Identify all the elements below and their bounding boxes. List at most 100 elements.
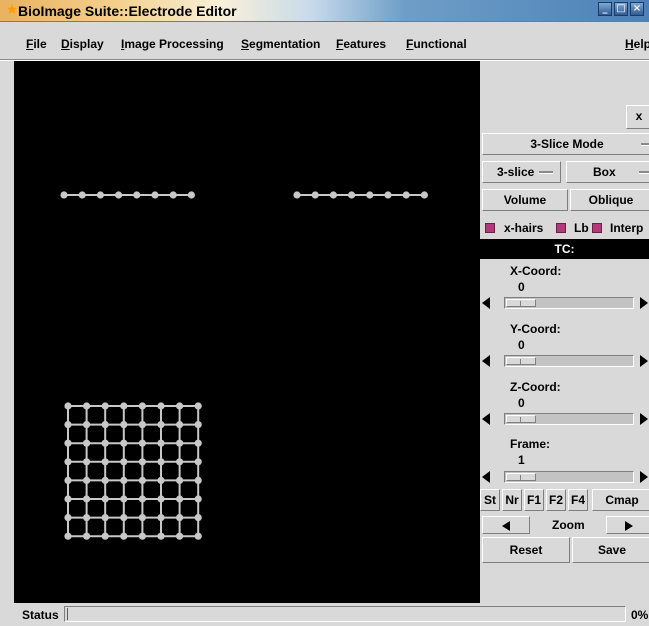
z-slider-trough[interactable] [504, 413, 634, 425]
view-option-menu[interactable]: 3-slice [482, 161, 561, 183]
frame-slider-trough[interactable] [504, 471, 634, 483]
grid-electrode-8-4[interactable] [120, 532, 128, 540]
y-slider-left-arrow-icon[interactable] [482, 355, 490, 367]
electrode-canvas[interactable] [14, 61, 480, 603]
strip-1-electrode-2[interactable] [78, 191, 86, 199]
lb-checkbox[interactable] [556, 223, 566, 233]
x-slider-thumb[interactable] [506, 299, 536, 307]
grid-electrode-6-7[interactable] [176, 495, 184, 503]
grid-electrode-3-6[interactable] [157, 439, 165, 447]
grid-electrode-3-7[interactable] [176, 439, 184, 447]
z-slider-right-arrow-icon[interactable] [640, 413, 648, 425]
y-slider-thumb[interactable] [506, 357, 536, 365]
grid-electrode-2-2[interactable] [83, 421, 91, 429]
save-button[interactable]: Save [572, 537, 649, 563]
grid-electrode-5-5[interactable] [138, 476, 146, 484]
grid-electrode-2-8[interactable] [194, 421, 202, 429]
grid-electrode-1-2[interactable] [83, 402, 91, 410]
frame-slider-right-arrow-icon[interactable] [640, 471, 648, 483]
grid-electrode-5-2[interactable] [83, 476, 91, 484]
grid-electrode-6-1[interactable] [64, 495, 72, 503]
grid-electrode-1-1[interactable] [64, 402, 72, 410]
grid-electrode-7-5[interactable] [138, 514, 146, 522]
grid-electrode-4-5[interactable] [138, 458, 146, 466]
menu-segmentation[interactable]: Segmentation [241, 37, 320, 51]
grid-electrode-6-5[interactable] [138, 495, 146, 503]
grid-electrode-2-4[interactable] [120, 421, 128, 429]
grid-electrode-3-1[interactable] [64, 439, 72, 447]
box-option-menu[interactable]: Box [566, 161, 649, 183]
grid-electrode-3-5[interactable] [138, 439, 146, 447]
grid-electrode-2-7[interactable] [176, 421, 184, 429]
close-icon[interactable]: × [630, 2, 644, 16]
z-coord-slider[interactable] [480, 411, 649, 427]
grid-electrode-2-5[interactable] [138, 421, 146, 429]
grid-electrode-6-4[interactable] [120, 495, 128, 503]
x-button[interactable]: x [626, 105, 649, 129]
grid-electrode-6-3[interactable] [101, 495, 109, 503]
strip-1-electrode-5[interactable] [133, 191, 141, 199]
grid-electrode-1-6[interactable] [157, 402, 165, 410]
grid-electrode-3-8[interactable] [194, 439, 202, 447]
grid-electrode-6-2[interactable] [83, 495, 91, 503]
x-slider-trough[interactable] [504, 297, 634, 309]
grid-electrode-4-8[interactable] [194, 458, 202, 466]
strip-2-electrode-6[interactable] [384, 191, 392, 199]
grid-electrode-4-3[interactable] [101, 458, 109, 466]
grid-electrode-7-7[interactable] [176, 514, 184, 522]
f2-button[interactable]: F2 [546, 489, 566, 511]
grid-electrode-8-5[interactable] [138, 532, 146, 540]
grid-electrode-5-1[interactable] [64, 476, 72, 484]
strip-1-electrode-8[interactable] [187, 191, 195, 199]
strip-1-electrode-7[interactable] [169, 191, 177, 199]
xhairs-checkbox[interactable] [485, 223, 495, 233]
grid-electrode-4-4[interactable] [120, 458, 128, 466]
st-button[interactable]: St [480, 489, 500, 511]
grid-electrode-4-2[interactable] [83, 458, 91, 466]
grid-electrode-7-1[interactable] [64, 514, 72, 522]
x-slider-left-arrow-icon[interactable] [482, 297, 490, 309]
frame-slider[interactable] [480, 469, 649, 485]
menu-image-processing[interactable]: Image Processing [121, 37, 224, 51]
title-bar[interactable]: ★ BioImage Suite::Electrode Editor _ □ × [0, 0, 649, 22]
strip-2-electrode-1[interactable] [293, 191, 301, 199]
grid-electrode-8-6[interactable] [157, 532, 165, 540]
menu-features[interactable]: Features [336, 37, 386, 51]
strip-2-electrode-7[interactable] [402, 191, 410, 199]
nr-button[interactable]: Nr [502, 489, 522, 511]
x-slider-right-arrow-icon[interactable] [640, 297, 648, 309]
z-slider-thumb[interactable] [506, 415, 536, 423]
grid-electrode-4-7[interactable] [176, 458, 184, 466]
strip-2-electrode-2[interactable] [311, 191, 319, 199]
maximize-icon[interactable]: □ [614, 2, 628, 16]
grid-electrode-8-1[interactable] [64, 532, 72, 540]
strip-1-electrode-3[interactable] [96, 191, 104, 199]
frame-slider-thumb[interactable] [506, 473, 536, 481]
y-slider-right-arrow-icon[interactable] [640, 355, 648, 367]
grid-electrode-3-2[interactable] [83, 439, 91, 447]
grid-electrode-4-1[interactable] [64, 458, 72, 466]
menu-display[interactable]: Display [61, 37, 104, 51]
y-slider-trough[interactable] [504, 355, 634, 367]
grid-electrode-8-3[interactable] [101, 532, 109, 540]
grid-electrode-5-7[interactable] [176, 476, 184, 484]
grid-electrode-8-2[interactable] [83, 532, 91, 540]
strip-2-electrode-8[interactable] [420, 191, 428, 199]
strip-1-electrode-4[interactable] [115, 191, 123, 199]
grid-electrode-7-4[interactable] [120, 514, 128, 522]
grid-electrode-1-5[interactable] [138, 402, 146, 410]
strip-1-electrode-6[interactable] [151, 191, 159, 199]
grid-electrode-8-7[interactable] [176, 532, 184, 540]
menu-functional[interactable]: Functional [406, 37, 467, 51]
grid-electrode-1-7[interactable] [176, 402, 184, 410]
grid-electrode-5-4[interactable] [120, 476, 128, 484]
mode-button[interactable]: 3-Slice Mode [482, 133, 649, 155]
grid-electrode-2-3[interactable] [101, 421, 109, 429]
grid-electrode-4-6[interactable] [157, 458, 165, 466]
menu-help[interactable]: Help [625, 37, 649, 51]
reset-button[interactable]: Reset [482, 537, 570, 563]
grid-electrode-1-3[interactable] [101, 402, 109, 410]
grid-electrode-6-6[interactable] [157, 495, 165, 503]
grid-electrode-5-8[interactable] [194, 476, 202, 484]
grid-electrode-7-6[interactable] [157, 514, 165, 522]
